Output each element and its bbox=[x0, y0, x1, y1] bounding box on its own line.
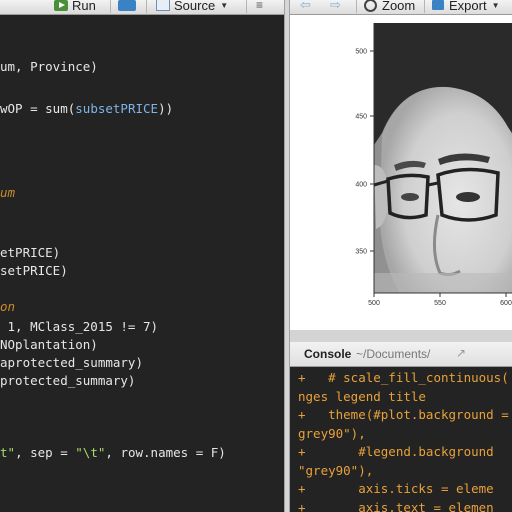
code-line[interactable]: 1, MClass_2015 != 7) bbox=[0, 318, 159, 336]
console-header: Console ~/Documents/ ↗ bbox=[290, 342, 512, 367]
chevron-down-icon[interactable]: ▼ bbox=[492, 1, 500, 10]
code-token: subsetPRICE bbox=[75, 101, 159, 116]
plots-toolbar: ⇦ ⇨ Zoom Export ▼ bbox=[290, 0, 512, 15]
forward-arrow-icon[interactable]: ⇨ bbox=[330, 0, 341, 13]
code-line[interactable]: protected_summary) bbox=[0, 372, 135, 390]
console-pane: Console ~/Documents/ ↗ + # scale_fill_co… bbox=[290, 330, 512, 512]
run-button-label: Run bbox=[72, 0, 96, 13]
x-tick-label: 550 bbox=[434, 300, 446, 307]
working-directory-path: ~/Documents/ bbox=[356, 347, 431, 361]
face-raster-image bbox=[373, 23, 512, 293]
code-token: NOplantation) bbox=[0, 337, 98, 352]
code-token: , sep = bbox=[15, 445, 76, 460]
code-line[interactable]: etPRICE) bbox=[0, 244, 60, 262]
console-tab[interactable]: Console bbox=[304, 347, 351, 361]
code-token: "\t" bbox=[75, 445, 106, 460]
x-tick-label: 500 bbox=[368, 300, 380, 307]
back-arrow-icon[interactable]: ⇦ bbox=[300, 0, 311, 13]
export-button-label: Export bbox=[449, 0, 487, 13]
code-token: t" bbox=[0, 445, 16, 460]
code-line[interactable]: wOP = sum(subsetPRICE)) bbox=[0, 100, 173, 118]
y-tick-label: 500 bbox=[355, 49, 367, 56]
y-tick-label: 350 bbox=[355, 249, 367, 256]
chevron-down-icon[interactable]: ▼ bbox=[220, 1, 228, 10]
console-line: "grey90"), bbox=[298, 462, 374, 478]
code-token: aprotected_summary) bbox=[0, 355, 143, 370]
source-button-label: Source bbox=[174, 0, 216, 13]
editor-toolbar: Run Source ▼ ≡ bbox=[0, 0, 284, 15]
console-line: + axis.text = elemen bbox=[298, 499, 494, 512]
code-token: setPRICE) bbox=[0, 263, 68, 278]
source-icon bbox=[156, 0, 170, 11]
plot-figure: 500 450 400 350 500 550 600 bbox=[355, 23, 512, 307]
code-line[interactable]: setPRICE) bbox=[0, 262, 68, 280]
code-line[interactable]: aprotected_summary) bbox=[0, 354, 143, 372]
toolbar-divider bbox=[356, 0, 357, 13]
zoom-button[interactable]: Zoom bbox=[364, 0, 415, 13]
code-token: um, Province) bbox=[0, 59, 98, 74]
code-token: on bbox=[0, 299, 16, 314]
export-icon bbox=[432, 0, 444, 10]
code-token: wOP = sum( bbox=[0, 101, 76, 116]
code-line[interactable]: NOplantation) bbox=[0, 336, 98, 354]
code-token: protected_summary) bbox=[0, 373, 136, 388]
run-button[interactable]: Run bbox=[54, 0, 96, 13]
console-line: nges legend title bbox=[298, 388, 426, 404]
code-token: 1, MClass_2015 != 7) bbox=[0, 319, 159, 334]
run-icon bbox=[54, 0, 68, 11]
y-tick-label: 400 bbox=[355, 182, 367, 189]
console-line: + theme(#plot.background = bbox=[298, 407, 509, 422]
rerun-button[interactable] bbox=[118, 0, 140, 13]
plots-pane: ⇦ ⇨ Zoom Export ▼ 500 450 400 350 500 55… bbox=[290, 0, 512, 330]
code-line[interactable]: um, Province) bbox=[0, 58, 98, 76]
go-to-directory-icon[interactable]: ↗ bbox=[456, 346, 466, 360]
code-token: etPRICE) bbox=[0, 245, 61, 260]
y-tick-label: 450 bbox=[355, 114, 367, 121]
code-line[interactable]: on bbox=[0, 298, 15, 316]
rerun-icon bbox=[118, 0, 136, 11]
plot-canvas: 500 450 400 350 500 550 600 bbox=[290, 15, 512, 330]
zoom-button-label: Zoom bbox=[382, 0, 416, 13]
console-line: + #legend.background bbox=[298, 444, 494, 459]
console-line: grey90"), bbox=[298, 425, 366, 441]
toolbar-divider bbox=[146, 0, 147, 13]
code-line[interactable]: t", sep = "\t", row.names = F) bbox=[0, 444, 226, 462]
source-button[interactable]: Source ▼ bbox=[156, 0, 228, 13]
x-tick-label: 600 bbox=[500, 300, 512, 307]
source-editor-pane: Run Source ▼ ≡ um, Province) wOP = sum(su… bbox=[0, 0, 284, 512]
code-token: um bbox=[0, 185, 16, 200]
toolbar-divider bbox=[110, 0, 111, 13]
code-token: , row.names = F) bbox=[105, 445, 226, 460]
y-axis-ticks: 500 450 400 350 bbox=[355, 49, 374, 256]
toolbar-divider bbox=[246, 0, 247, 13]
console-line: + # scale_fill_continuous( bbox=[298, 370, 509, 385]
toolbar-divider bbox=[424, 0, 425, 13]
console-line: + axis.ticks = eleme bbox=[298, 481, 494, 496]
code-line[interactable]: um bbox=[0, 184, 15, 202]
x-axis-ticks: 500 550 600 bbox=[368, 293, 512, 307]
export-button[interactable]: Export ▼ bbox=[432, 0, 500, 13]
zoom-icon bbox=[364, 0, 377, 12]
outline-menu-icon[interactable]: ≡ bbox=[256, 0, 263, 13]
code-token: )) bbox=[158, 101, 174, 116]
